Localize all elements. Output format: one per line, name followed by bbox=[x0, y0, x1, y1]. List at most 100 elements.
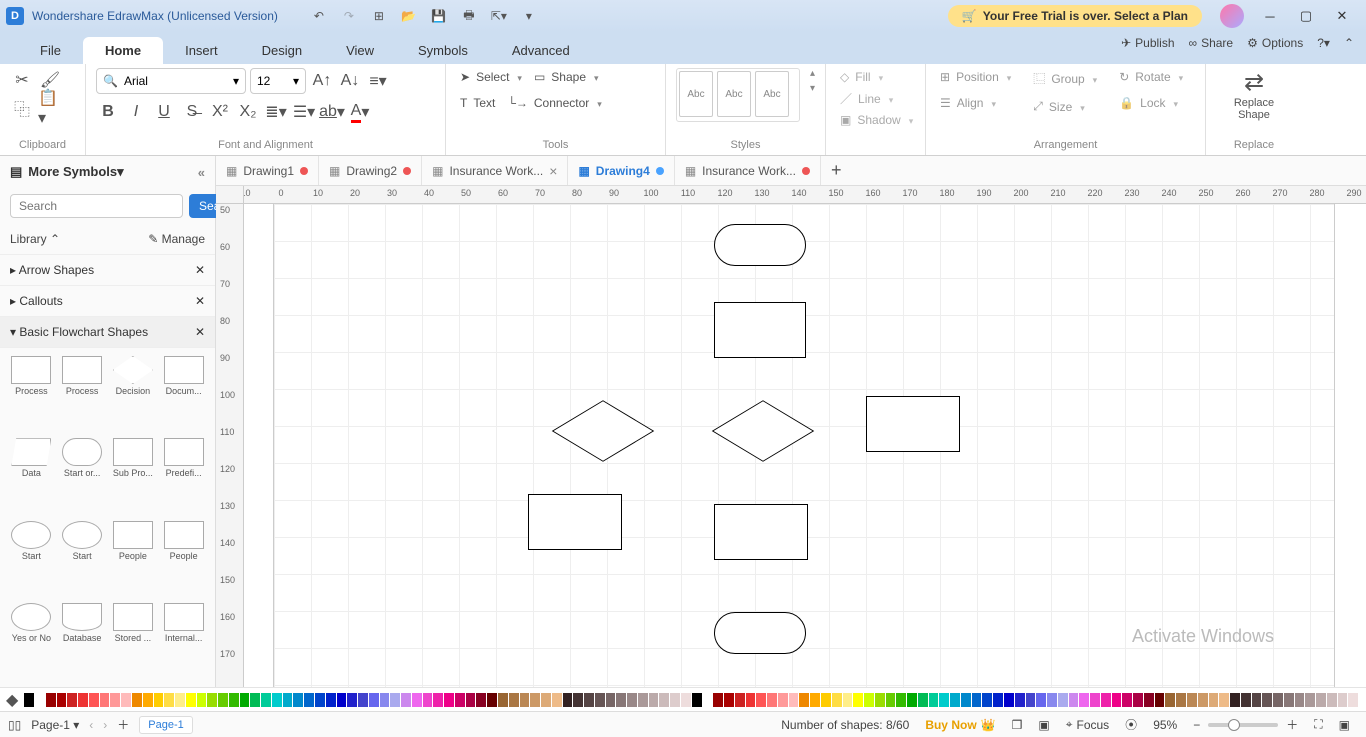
color-swatch[interactable] bbox=[24, 693, 34, 707]
color-swatch[interactable] bbox=[520, 693, 530, 707]
color-swatch[interactable] bbox=[886, 693, 896, 707]
menu-symbols[interactable]: Symbols bbox=[396, 37, 490, 64]
color-swatch[interactable] bbox=[993, 693, 1003, 707]
shape-process[interactable] bbox=[866, 396, 960, 452]
palette-shape[interactable]: People bbox=[110, 521, 157, 597]
buy-now-button[interactable]: Buy Now 👑 bbox=[925, 718, 995, 732]
superscript-icon[interactable]: X² bbox=[208, 100, 232, 124]
align-button[interactable]: ☰ Align bbox=[936, 94, 1015, 112]
color-swatch[interactable] bbox=[853, 693, 863, 707]
color-swatch[interactable] bbox=[563, 693, 573, 707]
copy-icon[interactable]: ⿻ bbox=[10, 96, 34, 120]
color-swatch[interactable] bbox=[250, 693, 260, 707]
library-toggle[interactable]: Library ⌃ bbox=[10, 232, 60, 246]
color-swatch[interactable] bbox=[875, 693, 885, 707]
color-swatch[interactable] bbox=[670, 693, 680, 707]
color-swatch[interactable] bbox=[1209, 693, 1219, 707]
color-swatch[interactable] bbox=[1036, 693, 1046, 707]
menu-view[interactable]: View bbox=[324, 37, 396, 64]
strikethrough-icon[interactable]: S̶ bbox=[180, 100, 204, 124]
cut-icon[interactable]: ✂ bbox=[10, 68, 34, 92]
color-swatch[interactable] bbox=[627, 693, 637, 707]
collapse-sidebar-icon[interactable]: « bbox=[198, 165, 205, 180]
color-swatch[interactable] bbox=[46, 693, 56, 707]
color-swatch[interactable] bbox=[412, 693, 422, 707]
manage-library-button[interactable]: ✎ Manage bbox=[148, 232, 205, 246]
zoom-out-icon[interactable]: − bbox=[1193, 718, 1200, 732]
color-swatch[interactable] bbox=[100, 693, 110, 707]
close-tab-icon[interactable]: × bbox=[549, 163, 557, 179]
color-swatch[interactable] bbox=[132, 693, 142, 707]
color-swatch[interactable] bbox=[455, 693, 465, 707]
rotate-button[interactable]: ↻ Rotate bbox=[1115, 68, 1187, 86]
color-swatch[interactable] bbox=[746, 693, 756, 707]
color-swatch[interactable] bbox=[1295, 693, 1305, 707]
color-swatch[interactable] bbox=[1348, 693, 1358, 707]
color-swatch[interactable] bbox=[498, 693, 508, 707]
color-swatch[interactable] bbox=[638, 693, 648, 707]
color-swatch[interactable] bbox=[735, 693, 745, 707]
color-swatch[interactable] bbox=[584, 693, 594, 707]
color-swatch[interactable] bbox=[261, 693, 271, 707]
color-swatch[interactable] bbox=[218, 693, 228, 707]
palette-shape[interactable]: Stored ... bbox=[110, 603, 157, 679]
line-button[interactable]: ／Line bbox=[836, 88, 917, 109]
paste-icon[interactable]: 📋▾ bbox=[38, 96, 62, 120]
color-swatch[interactable] bbox=[778, 693, 788, 707]
color-swatch[interactable] bbox=[1058, 693, 1068, 707]
text-tool-button[interactable]: TText bbox=[456, 94, 499, 112]
color-swatch[interactable] bbox=[35, 693, 45, 707]
color-swatch[interactable] bbox=[57, 693, 67, 707]
category-basic-flowchart[interactable]: ▾ Basic Flowchart Shapes✕ bbox=[0, 317, 215, 348]
maximize-button[interactable]: ▢ bbox=[1288, 2, 1324, 30]
color-swatch[interactable] bbox=[1338, 693, 1348, 707]
more-symbols-button[interactable]: More Symbols▾ bbox=[28, 164, 123, 180]
color-swatch[interactable] bbox=[972, 693, 982, 707]
color-swatch[interactable] bbox=[401, 693, 411, 707]
color-swatch[interactable] bbox=[1273, 693, 1283, 707]
new-doc-button[interactable]: + bbox=[821, 160, 852, 181]
color-swatch[interactable] bbox=[573, 693, 583, 707]
zoom-in-icon[interactable]: ＋ bbox=[1286, 716, 1298, 733]
palette-shape[interactable]: Start bbox=[59, 521, 106, 597]
menu-advanced[interactable]: Advanced bbox=[490, 37, 592, 64]
user-avatar[interactable] bbox=[1220, 4, 1244, 28]
color-swatch[interactable] bbox=[929, 693, 939, 707]
color-swatch[interactable] bbox=[1090, 693, 1100, 707]
doc-tab[interactable]: ▦Insurance Work...× bbox=[422, 156, 568, 185]
palette-shape[interactable]: Predefi... bbox=[160, 438, 207, 514]
doc-tab[interactable]: ▦Insurance Work... bbox=[675, 156, 821, 185]
category-arrow-shapes[interactable]: ▸ Arrow Shapes✕ bbox=[0, 255, 215, 286]
color-swatch[interactable] bbox=[918, 693, 928, 707]
palette-shape[interactable]: Internal... bbox=[160, 603, 207, 679]
doc-tab[interactable]: ▦Drawing4 bbox=[568, 156, 674, 185]
color-swatch[interactable] bbox=[1262, 693, 1272, 707]
color-swatch[interactable] bbox=[293, 693, 303, 707]
font-size-select[interactable]: 12▾ bbox=[250, 68, 306, 94]
print-icon[interactable]: 🖶 bbox=[456, 3, 482, 29]
color-swatch[interactable] bbox=[304, 693, 314, 707]
palette-shape[interactable]: Process bbox=[8, 356, 55, 432]
position-button[interactable]: ⊞ Position bbox=[936, 68, 1015, 86]
color-swatch[interactable] bbox=[1101, 693, 1111, 707]
color-swatch[interactable] bbox=[982, 693, 992, 707]
color-swatch[interactable] bbox=[143, 693, 153, 707]
redo-icon[interactable]: ↷ bbox=[336, 3, 362, 29]
options-button[interactable]: ⚙Options bbox=[1247, 36, 1303, 50]
color-swatch[interactable] bbox=[315, 693, 325, 707]
color-swatch[interactable] bbox=[283, 693, 293, 707]
color-swatch[interactable] bbox=[1187, 693, 1197, 707]
presentation-icon[interactable]: ▣ bbox=[1038, 718, 1049, 732]
focus-button[interactable]: ⌖ Focus bbox=[1066, 717, 1109, 732]
menu-home[interactable]: Home bbox=[83, 37, 163, 64]
color-swatch[interactable] bbox=[476, 693, 486, 707]
palette-shape[interactable]: Sub Pro... bbox=[110, 438, 157, 514]
more-quick-icon[interactable]: ▾ bbox=[516, 3, 542, 29]
color-swatch[interactable] bbox=[1219, 693, 1229, 707]
palette-shape[interactable]: Yes or No bbox=[8, 603, 55, 679]
color-swatch[interactable] bbox=[1004, 693, 1014, 707]
color-swatch[interactable] bbox=[1165, 693, 1175, 707]
style-up-icon[interactable]: ▴ bbox=[810, 68, 815, 79]
close-button[interactable]: ✕ bbox=[1324, 2, 1360, 30]
prev-page-icon[interactable]: ‹ bbox=[89, 718, 93, 732]
